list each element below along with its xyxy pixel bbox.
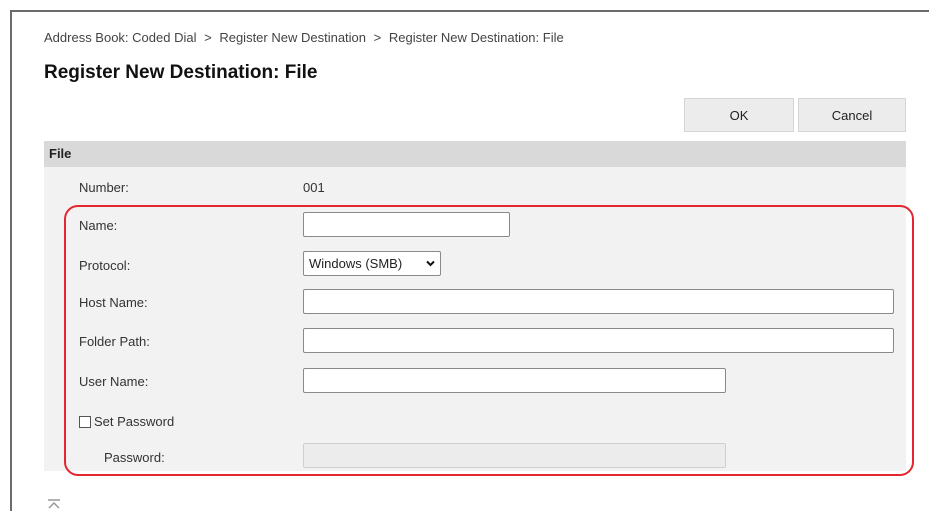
- breadcrumb-separator: >: [373, 30, 382, 45]
- section-title: File: [44, 141, 906, 167]
- breadcrumb-item-current: Register New Destination: File: [388, 30, 564, 45]
- set-password-label[interactable]: Set Password: [94, 414, 174, 429]
- window-frame-top: [10, 10, 929, 12]
- user-name-field[interactable]: [303, 368, 726, 393]
- breadcrumb-separator: >: [204, 30, 212, 45]
- name-field[interactable]: [303, 212, 510, 237]
- host-name-field[interactable]: [303, 289, 894, 314]
- name-label: Name:: [79, 218, 118, 233]
- protocol-label: Protocol:: [79, 258, 131, 273]
- breadcrumb: Address Book: Coded Dial > Register New …: [44, 30, 564, 45]
- number-value: 001: [303, 180, 325, 195]
- chevron-down-icon: [426, 260, 435, 267]
- scroll-to-top-icon[interactable]: [47, 499, 61, 511]
- user-name-label: User Name:: [79, 374, 149, 389]
- number-label: Number:: [79, 180, 129, 195]
- page-title: Register New Destination: File: [44, 62, 318, 83]
- password-field: [303, 443, 726, 468]
- protocol-select[interactable]: Windows (SMB): [303, 251, 441, 276]
- folder-path-field[interactable]: [303, 328, 894, 353]
- breadcrumb-item-address-book[interactable]: Address Book: Coded Dial: [44, 30, 196, 45]
- protocol-selected-value: Windows (SMB): [309, 256, 403, 271]
- password-label: Password:: [104, 450, 165, 465]
- cancel-button[interactable]: Cancel: [798, 98, 906, 132]
- breadcrumb-item-register-new-destination[interactable]: Register New Destination: [219, 30, 366, 45]
- folder-path-label: Folder Path:: [79, 334, 150, 349]
- ok-button[interactable]: OK: [684, 98, 794, 132]
- host-name-label: Host Name:: [79, 295, 148, 310]
- window-frame-left: [10, 10, 12, 511]
- set-password-checkbox[interactable]: [79, 416, 91, 428]
